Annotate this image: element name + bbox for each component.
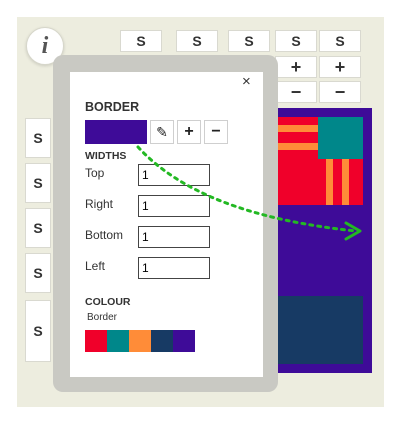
remove-border-button[interactable]: − [204, 120, 228, 144]
border-heading: BORDER [85, 100, 140, 114]
row-header-1[interactable]: S [25, 118, 51, 158]
palette-swatch-navy[interactable] [151, 330, 173, 352]
column-remove-button-4[interactable]: − [275, 81, 317, 103]
minus-icon: − [211, 123, 221, 140]
border-color-swatch[interactable] [85, 120, 147, 144]
red-cell-2[interactable] [318, 159, 363, 205]
palette-swatch-orange[interactable] [129, 330, 151, 352]
colour-heading: COLOUR [85, 296, 131, 308]
column-header-3[interactable]: S [228, 30, 270, 52]
add-border-button[interactable]: + [177, 120, 201, 144]
column-header-2[interactable]: S [176, 30, 218, 52]
close-icon[interactable]: × [242, 73, 251, 90]
column-header-4[interactable]: S [275, 30, 317, 52]
column-add-button-4[interactable]: + [275, 56, 317, 78]
palette-swatch-purple[interactable] [173, 330, 195, 352]
width-right-label: Right [85, 197, 114, 211]
colour-border-label: Border [87, 312, 118, 323]
design-canvas[interactable] [263, 108, 372, 373]
width-top-label: Top [85, 166, 105, 180]
column-header-5[interactable]: S [319, 30, 361, 52]
palette-swatch-teal[interactable] [107, 330, 129, 352]
palette-swatch-red[interactable] [85, 330, 107, 352]
width-right-input[interactable] [138, 195, 210, 217]
plus-icon: + [184, 123, 194, 140]
width-left-input[interactable] [138, 257, 210, 279]
edit-border-button[interactable]: ✎ [150, 120, 174, 144]
navy-cell[interactable] [273, 296, 363, 364]
width-bottom-input[interactable] [138, 226, 210, 248]
row-header-5[interactable]: S [25, 300, 51, 362]
orange-stripe-h2 [273, 143, 318, 150]
row-header-4[interactable]: S [25, 253, 51, 293]
row-header-3[interactable]: S [25, 208, 51, 248]
column-header-1[interactable]: S [120, 30, 162, 52]
colour-palette [85, 330, 195, 352]
width-bottom-label: Bottom [85, 228, 124, 242]
width-left-label: Left [85, 259, 106, 273]
column-remove-button-5[interactable]: − [319, 81, 361, 103]
orange-stripe-h1 [273, 125, 318, 132]
orange-stripe-v2 [342, 159, 349, 205]
teal-cell[interactable] [318, 117, 363, 159]
column-add-button-5[interactable]: + [319, 56, 361, 78]
widths-heading: WIDTHS [85, 150, 127, 162]
pencil-icon: ✎ [156, 123, 168, 140]
width-top-input[interactable] [138, 164, 210, 186]
row-header-2[interactable]: S [25, 163, 51, 203]
orange-stripe-v1 [326, 159, 333, 205]
